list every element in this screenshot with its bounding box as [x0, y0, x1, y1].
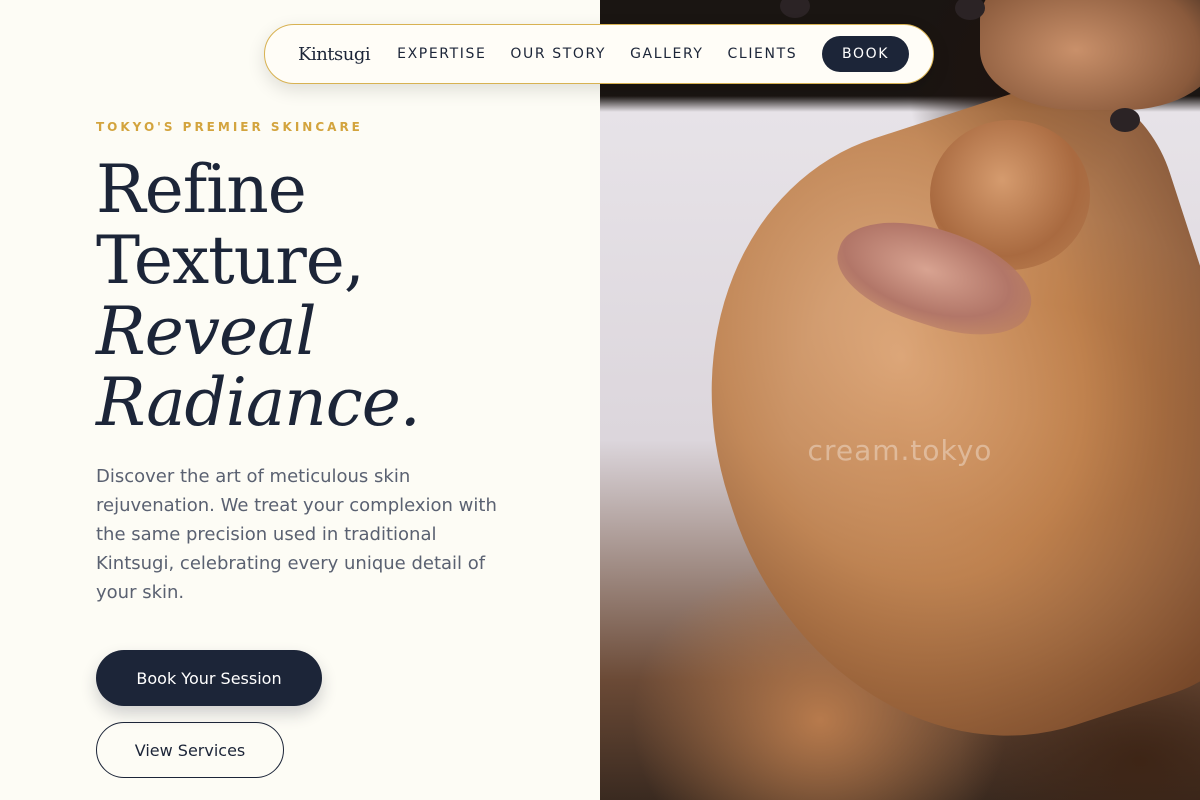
nav-link-expertise[interactable]: EXPERTISE [397, 46, 486, 62]
photo-nail-shape [1110, 108, 1140, 132]
hero-photo: cream.tokyo [600, 0, 1200, 800]
headline-line-3: Reveal [96, 293, 317, 370]
nav-book-button[interactable]: BOOK [822, 36, 909, 72]
photo-hand-shape [980, 0, 1200, 110]
photo-nail-shape [780, 0, 810, 18]
headline-line-4: Radiance. [96, 364, 421, 441]
headline-line-1: Refine [96, 151, 307, 228]
view-services-button[interactable]: View Services [96, 722, 284, 778]
book-session-button[interactable]: Book Your Session [96, 650, 322, 706]
nav-link-our-story[interactable]: OUR STORY [510, 46, 606, 62]
brand-logo[interactable]: Kintsugi [298, 44, 371, 65]
hero-description: Discover the art of meticulous skin reju… [96, 466, 497, 603]
hero-headline: Refine Texture, Reveal Radiance. [96, 151, 421, 441]
nav-link-gallery[interactable]: GALLERY [630, 46, 703, 62]
photo-face-shape [636, 54, 1200, 800]
top-navigation: Kintsugi EXPERTISE OUR STORY GALLERY CLI… [264, 24, 934, 84]
headline-line-2: Texture, [96, 222, 365, 299]
nav-link-clients[interactable]: CLIENTS [728, 46, 798, 62]
hero-eyebrow: TOKYO'S PREMIER SKINCARE [96, 120, 363, 134]
photo-watermark: cream.tokyo [807, 434, 993, 467]
